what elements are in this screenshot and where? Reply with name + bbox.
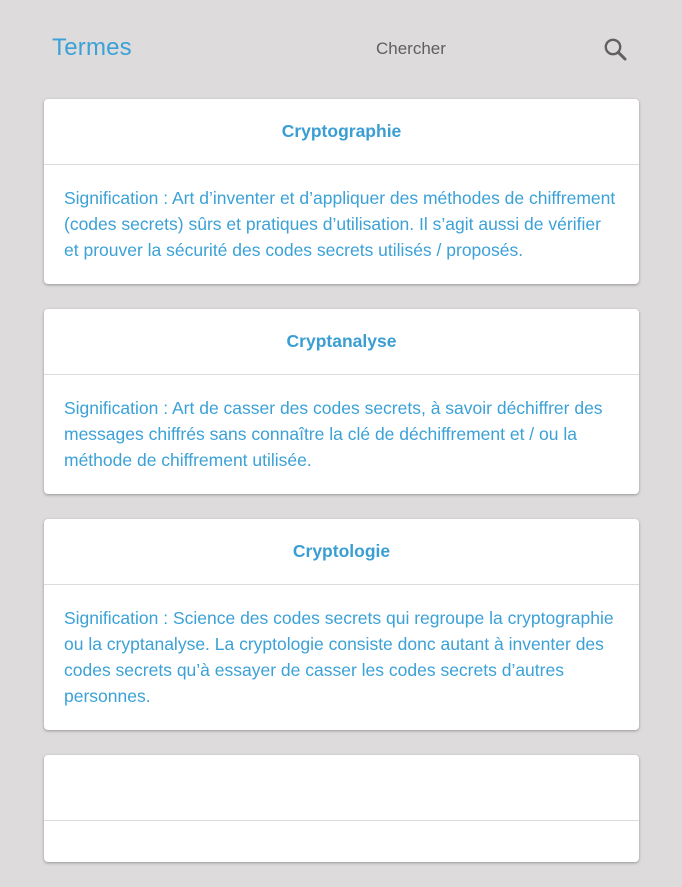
search-button[interactable] [600,34,630,64]
page-title: Termes [52,34,132,61]
terms-list: Cryptographie Signification : Art d’inve… [44,99,639,887]
term-title: Cryptanalyse [286,331,397,351]
search-input[interactable] [376,36,576,62]
term-card[interactable]: Cryptographie Signification : Art d’inve… [44,99,639,284]
term-card[interactable]: Cryptologie Signification : Science des … [44,519,639,730]
term-card-header: Cryptologie [44,519,639,585]
app-header: Termes [0,0,682,98]
term-definition [44,821,639,862]
term-card-header: Cryptanalyse [44,309,639,375]
term-definition: Signification : Science des codes secret… [64,608,614,706]
term-card-header: Cryptographie [44,99,639,165]
term-card[interactable] [44,755,639,862]
term-title: Cryptologie [292,541,391,561]
search-icon [600,34,630,64]
term-definition: Signification : Art de casser des codes … [64,398,603,470]
term-definition: Signification : Art d’inventer et d’appl… [64,188,616,260]
term-title: Cryptographie [281,121,402,141]
term-card[interactable]: Cryptanalyse Signification : Art de cass… [44,309,639,494]
